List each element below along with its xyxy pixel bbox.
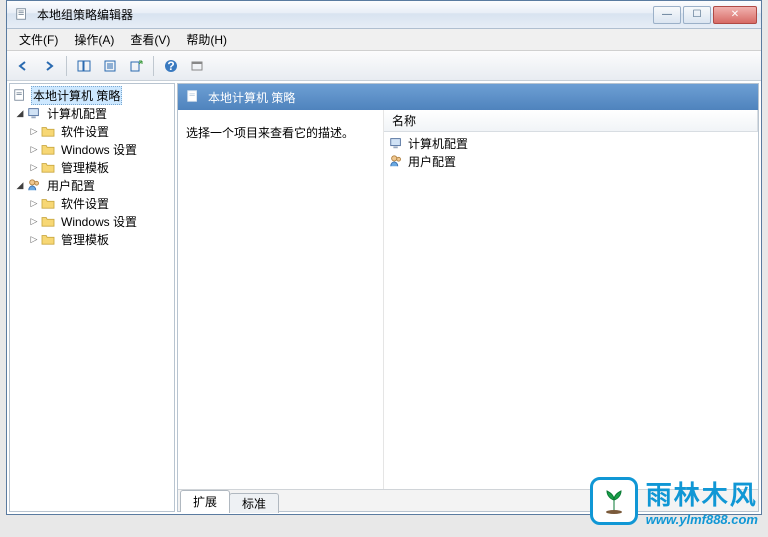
folder-icon: [40, 195, 56, 211]
toolbar: ?: [7, 51, 761, 81]
tree-label: 本地计算机 策略: [31, 86, 122, 105]
window-title: 本地组策略编辑器: [37, 6, 651, 23]
tab-extended[interactable]: 扩展: [180, 490, 230, 512]
folder-icon: [40, 123, 56, 139]
folder-icon: [40, 141, 56, 157]
folder-icon: [40, 159, 56, 175]
tree: 本地计算机 策略 ◢ 计算机配置 ▷ 软件设置 ▷: [10, 84, 174, 250]
tree-label: 计算机配置: [45, 105, 109, 122]
tree-label: Windows 设置: [59, 213, 139, 230]
back-button[interactable]: [11, 54, 35, 78]
tree-root[interactable]: 本地计算机 策略: [10, 86, 174, 104]
minimize-button[interactable]: —: [653, 6, 681, 24]
tab-standard[interactable]: 标准: [229, 493, 279, 513]
details-header: 本地计算机 策略: [178, 84, 758, 110]
expand-icon[interactable]: ▷: [28, 126, 40, 137]
tree-admin-templates[interactable]: ▷ 管理模板: [10, 230, 174, 248]
collapse-icon[interactable]: ◢: [14, 108, 26, 119]
export-button[interactable]: [124, 54, 148, 78]
tree-windows-settings[interactable]: ▷ Windows 设置: [10, 140, 174, 158]
tree-computer-config[interactable]: ◢ 计算机配置: [10, 104, 174, 122]
expand-icon[interactable]: ▷: [28, 144, 40, 155]
menu-view[interactable]: 查看(V): [122, 29, 178, 50]
policy-icon: [12, 87, 28, 103]
policy-icon: [186, 89, 202, 105]
details-body: 选择一个项目来查看它的描述。 名称 计算机配置 用户配置: [178, 110, 758, 489]
list-label: 用户配置: [408, 153, 456, 170]
tree-label: Windows 设置: [59, 141, 139, 158]
column-header-name[interactable]: 名称: [384, 110, 758, 131]
window-buttons: — ☐ ✕: [651, 6, 757, 24]
close-button[interactable]: ✕: [713, 6, 757, 24]
collapse-icon[interactable]: ◢: [14, 180, 26, 191]
show-hide-action-button[interactable]: [185, 54, 209, 78]
computer-icon: [26, 105, 42, 121]
list-label: 计算机配置: [408, 135, 468, 152]
user-icon: [26, 177, 42, 193]
folder-icon: [40, 231, 56, 247]
forward-button[interactable]: [37, 54, 61, 78]
tree-software-settings[interactable]: ▷ 软件设置: [10, 194, 174, 212]
expand-icon[interactable]: ▷: [28, 216, 40, 227]
expand-icon[interactable]: ▷: [28, 234, 40, 245]
tree-label: 用户配置: [45, 177, 97, 194]
content-area: 本地计算机 策略 ◢ 计算机配置 ▷ 软件设置 ▷: [7, 81, 761, 514]
tree-label: 软件设置: [59, 123, 111, 140]
description-prompt: 选择一个项目来查看它的描述。: [186, 124, 375, 141]
details-panel: 本地计算机 策略 选择一个项目来查看它的描述。 名称 计算机配置: [177, 83, 759, 512]
properties-button[interactable]: [98, 54, 122, 78]
tree-user-config[interactable]: ◢ 用户配置: [10, 176, 174, 194]
expand-icon[interactable]: ▷: [28, 198, 40, 209]
tree-software-settings[interactable]: ▷ 软件设置: [10, 122, 174, 140]
computer-icon: [388, 135, 404, 151]
list-row-user[interactable]: 用户配置: [384, 152, 758, 170]
help-button[interactable]: ?: [159, 54, 183, 78]
tree-admin-templates[interactable]: ▷ 管理模板: [10, 158, 174, 176]
folder-icon: [40, 213, 56, 229]
tabstrip: 扩展 标准: [178, 489, 758, 511]
menu-action[interactable]: 操作(A): [66, 29, 122, 50]
description-column: 选择一个项目来查看它的描述。: [178, 110, 384, 489]
tree-label: 管理模板: [59, 231, 111, 248]
tree-label: 软件设置: [59, 195, 111, 212]
list-column: 名称 计算机配置 用户配置: [384, 110, 758, 489]
list-rows[interactable]: 计算机配置 用户配置: [384, 132, 758, 489]
titlebar[interactable]: 本地组策略编辑器 — ☐ ✕: [7, 1, 761, 29]
show-hide-tree-button[interactable]: [72, 54, 96, 78]
menubar: 文件(F) 操作(A) 查看(V) 帮助(H): [7, 29, 761, 51]
tree-panel[interactable]: 本地计算机 策略 ◢ 计算机配置 ▷ 软件设置 ▷: [9, 83, 175, 512]
svg-text:?: ?: [167, 59, 174, 73]
app-icon: [15, 7, 31, 23]
toolbar-separator: [153, 56, 154, 76]
tree-windows-settings[interactable]: ▷ Windows 设置: [10, 212, 174, 230]
expand-icon[interactable]: ▷: [28, 162, 40, 173]
list-header: 名称: [384, 110, 758, 132]
maximize-button[interactable]: ☐: [683, 6, 711, 24]
user-icon: [388, 153, 404, 169]
menu-help[interactable]: 帮助(H): [178, 29, 235, 50]
details-title: 本地计算机 策略: [208, 89, 295, 106]
tree-label: 管理模板: [59, 159, 111, 176]
menu-file[interactable]: 文件(F): [11, 29, 66, 50]
app-window: 本地组策略编辑器 — ☐ ✕ 文件(F) 操作(A) 查看(V) 帮助(H) ?: [6, 0, 762, 515]
toolbar-separator: [66, 56, 67, 76]
list-row-computer[interactable]: 计算机配置: [384, 134, 758, 152]
